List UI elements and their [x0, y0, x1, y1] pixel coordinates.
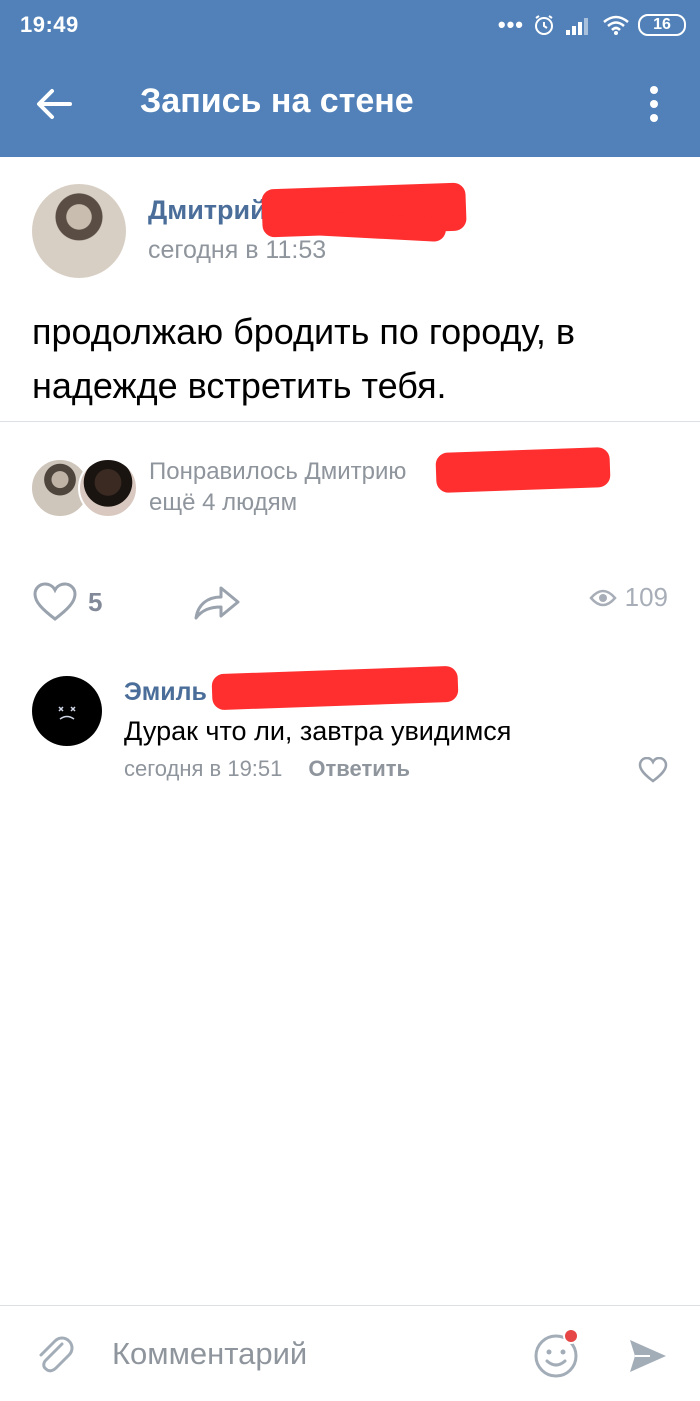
- like-button[interactable]: 5: [32, 580, 102, 624]
- notification-dots: •••: [497, 12, 524, 37]
- post-text: продолжаю бродить по городу, в надежде в…: [32, 311, 575, 406]
- battery-indicator: 16: [638, 14, 686, 36]
- more-vertical-icon[interactable]: [636, 82, 672, 126]
- redaction-mark: [435, 446, 611, 494]
- nav-bar: Запись на стене: [0, 50, 700, 157]
- alarm-icon: [535, 15, 553, 35]
- status-icons: ••• 16: [498, 10, 686, 40]
- post-actions: 5 109: [0, 572, 700, 632]
- views-counter: 109: [588, 582, 668, 613]
- redaction-mark: [211, 665, 459, 711]
- post-author-name[interactable]: Дмитрий: [148, 195, 267, 226]
- notification-dot: [563, 1328, 579, 1344]
- like-count: 5: [88, 586, 103, 617]
- wifi-icon: [603, 15, 629, 35]
- heart-icon: [33, 582, 77, 621]
- paperclip-icon[interactable]: [32, 1332, 76, 1376]
- liker-avatar: [78, 458, 138, 518]
- commenter-avatar[interactable]: [32, 676, 102, 746]
- comment-input[interactable]: [110, 1328, 514, 1380]
- send-icon[interactable]: [626, 1334, 670, 1378]
- likes-summary-line1: Понравилось Дмитрию: [149, 458, 407, 485]
- comment-meta: сегодня в 19:51 Ответить: [124, 756, 410, 782]
- eye-icon: [588, 589, 617, 606]
- comment-timestamp: сегодня в 19:51: [124, 756, 283, 781]
- likes-summary-line2: ещё 4 людям: [149, 489, 298, 516]
- signal-icon: [566, 18, 588, 35]
- share-icon[interactable]: [190, 580, 244, 624]
- comment-composer: [0, 1305, 700, 1401]
- author-avatar[interactable]: [32, 184, 126, 278]
- status-time: 19:49: [20, 12, 79, 37]
- views-count: 109: [624, 582, 668, 612]
- battery-level: 16: [653, 16, 671, 33]
- likes-summary[interactable]: Понравилось Дмитриюу и ещё 4 людям: [0, 446, 700, 520]
- status-bar: 19:49 ••• 16: [0, 0, 700, 50]
- app-header: 19:49 ••• 16 Запись на стене: [0, 0, 700, 157]
- divider: [0, 421, 700, 422]
- comment-text: Дурак что ли, завтра увидимся: [124, 716, 512, 746]
- back-arrow-icon[interactable]: [30, 80, 78, 128]
- sad-face-icon: [58, 706, 76, 720]
- comment-like-icon[interactable]: [638, 757, 668, 783]
- post-timestamp: сегодня в 11:53: [148, 236, 327, 264]
- page-title: Запись на стене: [140, 82, 414, 120]
- comment-author-name[interactable]: Эмиль: [124, 678, 207, 707]
- reply-button[interactable]: Ответить: [308, 756, 410, 782]
